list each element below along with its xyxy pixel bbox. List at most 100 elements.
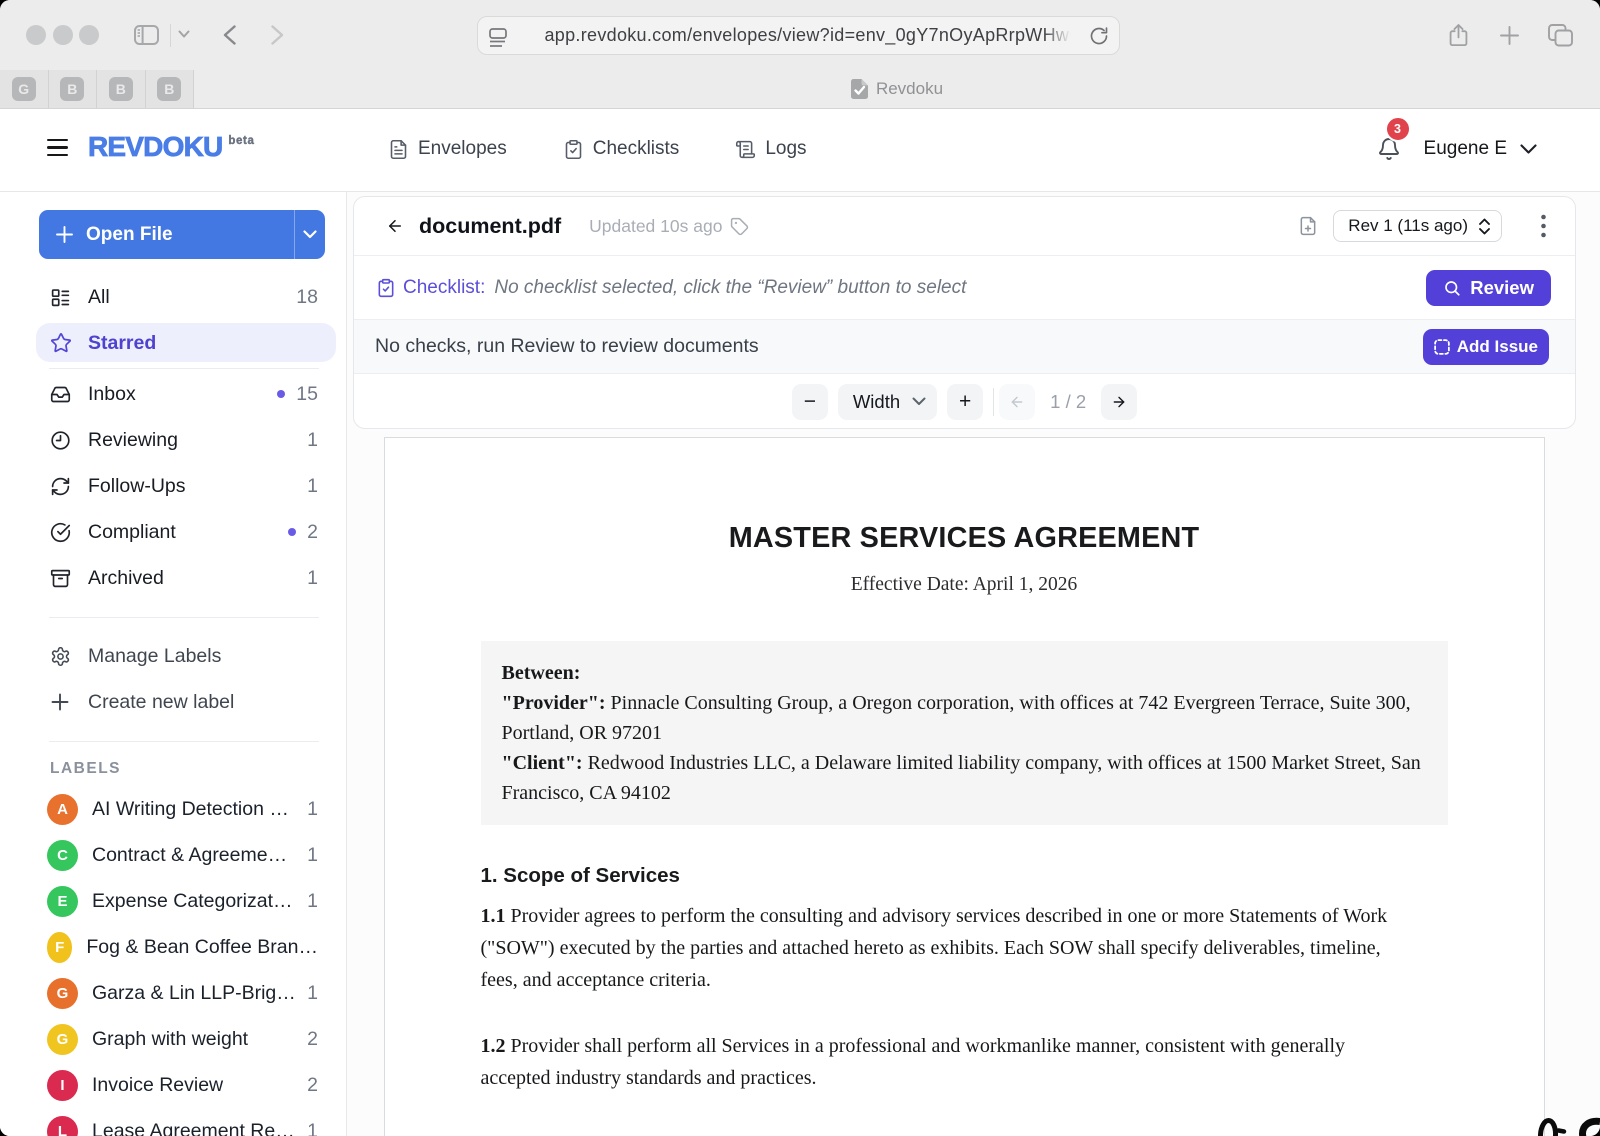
doc-line: fees, and acceptance criteria.	[481, 964, 1448, 996]
chevron-down-icon	[303, 230, 317, 239]
forward-button-svg	[271, 25, 284, 45]
viewer-toolbar-row: − Width + 1 / 2	[354, 374, 1575, 429]
share-icon[interactable]	[1448, 23, 1469, 48]
layout-list-icon	[50, 287, 71, 308]
document-heading: MASTER SERVICES AGREEMENT	[481, 522, 1448, 555]
inbox-icon-svg	[50, 384, 71, 405]
tab-revdoku[interactable]: Revdoku	[194, 70, 1600, 108]
label-item[interactable]: L Lease Agreement Re… 1	[36, 1108, 336, 1136]
open-file-main[interactable]: Open File	[39, 224, 294, 246]
back-button[interactable]	[223, 25, 236, 45]
label-color-badge: I	[47, 1070, 78, 1101]
sidebar-nav-list: All 18 Starred Inbox 15	[0, 274, 347, 601]
new-tab-icon[interactable]	[1499, 25, 1520, 46]
label-color-badge: G	[47, 978, 78, 1009]
checklist-label: Checklist:	[403, 277, 485, 299]
sidebar-nav-item[interactable]: Inbox 15	[36, 371, 336, 417]
sidebar-nav-item[interactable]: Follow-Ups 1	[36, 463, 336, 509]
open-file-dropdown[interactable]	[295, 230, 325, 239]
file-plus-icon[interactable]	[1298, 215, 1318, 237]
add-issue-button[interactable]: Add Issue	[1423, 329, 1549, 365]
sidebar-nav-item[interactable]: All 18	[36, 274, 336, 320]
pinned-tab[interactable]: B	[97, 70, 146, 108]
archive-icon	[50, 568, 71, 589]
user-menu[interactable]: Eugene E	[1424, 138, 1537, 160]
close-window-button[interactable]	[26, 25, 46, 45]
label-item[interactable]: E Expense Categorizat… 1	[36, 878, 336, 924]
document-page[interactable]: MASTER SERVICES AGREEMENT Effective Date…	[384, 437, 1545, 1136]
kebab-menu-svg	[1541, 214, 1546, 238]
sidebar-nav-item[interactable]: Archived 1	[36, 555, 336, 601]
doc-bold-text: Between:	[502, 662, 581, 684]
back-arrow-button[interactable]	[384, 217, 406, 235]
label-item[interactable]: G Graph with weight 2	[36, 1016, 336, 1062]
doc-line: "Provider": Pinnacle Consulting Group, a…	[502, 688, 1427, 718]
label-item[interactable]: G Garza & Lin LLP-Brig… 1	[36, 970, 336, 1016]
refresh-icon-svg	[50, 476, 71, 497]
create-new-label-button[interactable]: Create new label	[36, 679, 336, 725]
sidebar-nav-item[interactable]: Reviewing 1	[36, 417, 336, 463]
prev-page-button[interactable]	[999, 384, 1035, 420]
sidebar-chevron-icon[interactable]	[178, 30, 190, 39]
parties-box: Between: "Provider": Pinnacle Consulting …	[481, 641, 1448, 825]
nav-item[interactable]: Envelopes	[388, 138, 507, 160]
plus-icon	[50, 692, 70, 712]
hamburger-menu-icon[interactable]	[47, 139, 68, 156]
review-button[interactable]: Review	[1426, 270, 1551, 306]
no-checks-text: No checks, run Review to review document…	[375, 335, 759, 358]
zoom-window-button[interactable]	[79, 25, 99, 45]
new-tab-icon-svg	[1499, 25, 1520, 46]
paragraph-1-1: 1.1 Provider agrees to perform the consu…	[481, 900, 1448, 996]
kebab-menu[interactable]	[1541, 214, 1546, 238]
nav-item[interactable]: Logs	[735, 138, 806, 160]
clock-icon	[50, 430, 71, 451]
revdoku-favicon	[851, 79, 868, 99]
tag-icon-svg	[730, 217, 749, 236]
minimize-window-button[interactable]	[53, 25, 73, 45]
manage-labels-button[interactable]: Manage Labels	[36, 633, 336, 679]
zoom-out-button[interactable]: −	[792, 384, 828, 420]
scroll-icon-svg	[735, 139, 756, 160]
label-item[interactable]: C Contract & Agreeme… 1	[36, 832, 336, 878]
logo-text: REVDOKU	[88, 131, 222, 162]
zoom-mode-select[interactable]: Width	[838, 384, 937, 420]
app-logo[interactable]: REVDOKUbeta	[88, 131, 254, 163]
label-item[interactable]: A AI Writing Detection … 1	[36, 786, 336, 832]
reload-icon[interactable]	[1089, 26, 1109, 46]
label-item[interactable]: I Invoice Review 2	[36, 1062, 336, 1108]
pinned-tab[interactable]: G	[0, 70, 49, 108]
doc-line: 1.2 Provider shall perform all Services …	[481, 1030, 1448, 1062]
refresh-icon	[50, 476, 71, 497]
clock-icon-svg	[50, 430, 71, 451]
notifications-button[interactable]: 3	[1377, 136, 1401, 162]
next-page-button[interactable]	[1101, 384, 1137, 420]
doc-line: 1.1 Provider agrees to perform the consu…	[481, 900, 1448, 932]
revision-select[interactable]: Rev 1 (11s ago)	[1333, 210, 1502, 242]
tab-overview-icon[interactable]	[1548, 24, 1573, 47]
zoom-in-button[interactable]: +	[947, 384, 983, 420]
section-heading: 1. Scope of Services	[481, 864, 1448, 888]
open-file-button[interactable]: Open File	[39, 210, 325, 259]
address-bar[interactable]: app.revdoku.com/envelopes/view?id=env_0g…	[477, 16, 1120, 55]
pinned-tab[interactable]: B	[146, 70, 195, 108]
main-content: document.pdf Updated 10s ago Rev 1 (11s …	[348, 192, 1600, 1136]
url-text: app.revdoku.com/envelopes/view?id=env_0g…	[545, 25, 1077, 46]
pinned-tab[interactable]: B	[49, 70, 98, 108]
sidebar-nav-item[interactable]: Compliant 2	[36, 509, 336, 555]
forward-button[interactable]	[271, 25, 284, 45]
toolbar-divider	[170, 24, 171, 47]
label-item[interactable]: F Fog & Bean Coffee Bran…	[36, 924, 336, 970]
doc-line: "Client": Redwood Industries LLC, a Dela…	[502, 748, 1427, 778]
sidebar-nav-item[interactable]: Starred	[36, 320, 336, 366]
arrow-left-icon	[384, 217, 406, 235]
sidebar: Open File All 18	[0, 192, 347, 1136]
label-color-badge: L	[47, 1116, 78, 1136]
effective-date: Effective Date: April 1, 2026	[481, 574, 1448, 596]
nav-item[interactable]: Checklists	[563, 138, 680, 160]
checklist-row: Checklist: No checklist selected, click …	[354, 256, 1575, 320]
doc-line: Francisco, CA 94102	[502, 778, 1427, 808]
share-icon-svg	[1448, 23, 1469, 48]
tag-icon[interactable]	[730, 217, 749, 236]
plus-icon	[56, 226, 73, 243]
sidebar-toggle-icon[interactable]	[134, 25, 159, 45]
